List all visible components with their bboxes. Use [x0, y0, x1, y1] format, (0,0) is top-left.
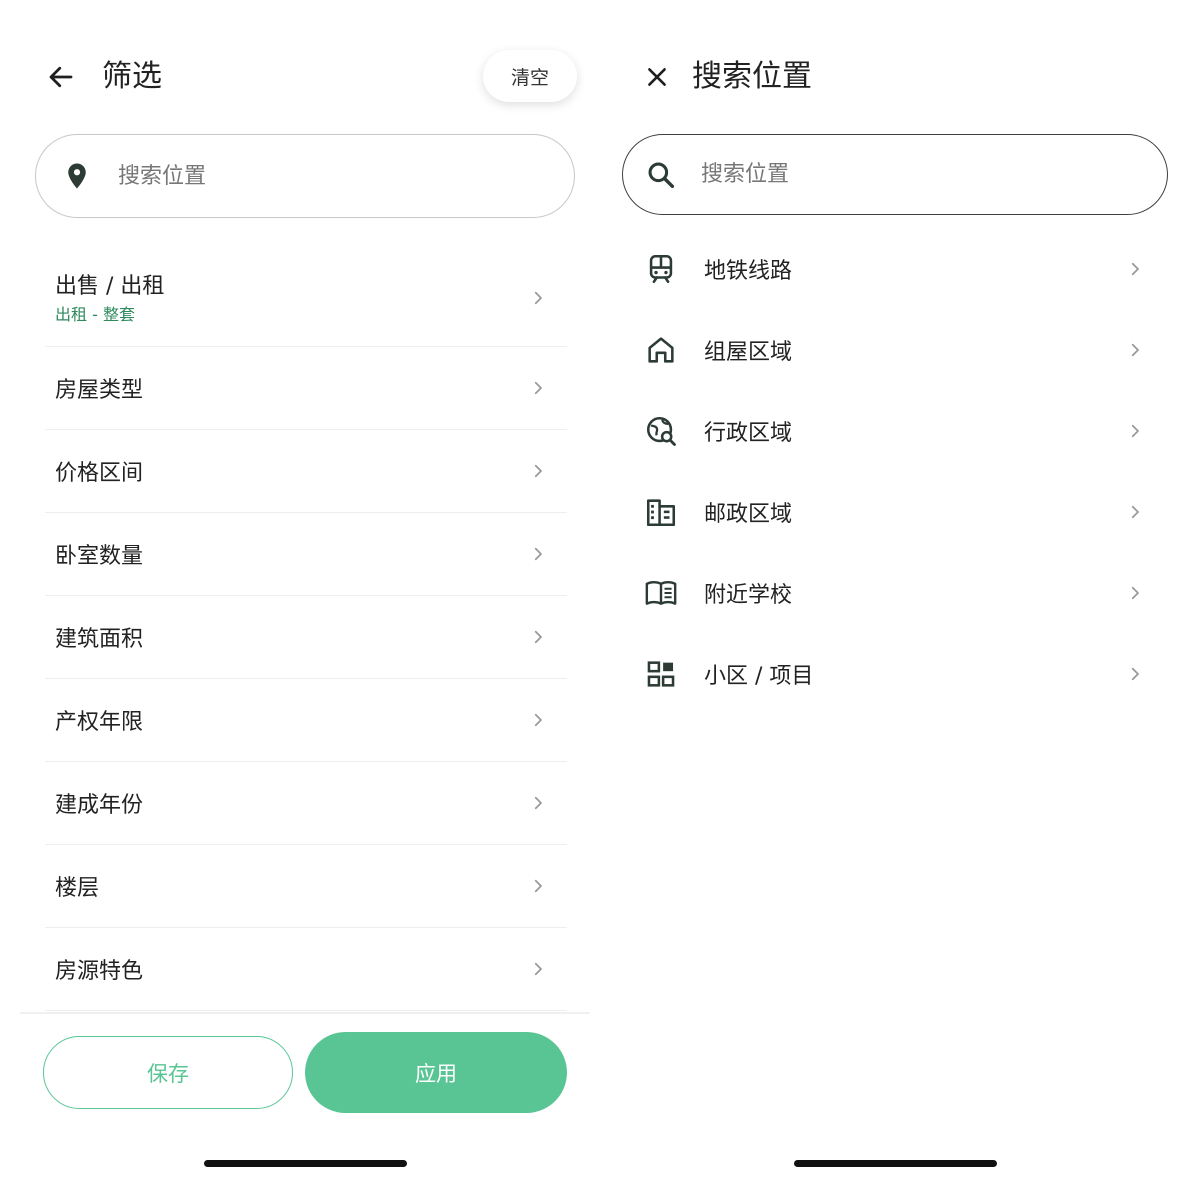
category-nearby-schools[interactable]: 附近学校 [640, 552, 1160, 633]
clear-button[interactable]: 清空 [483, 50, 577, 102]
location-search-input[interactable] [118, 163, 478, 189]
chevron-right-icon [1131, 505, 1139, 518]
location-search-field[interactable] [35, 134, 575, 218]
close-button[interactable] [636, 56, 678, 98]
category-projects[interactable]: 小区 / 项目 [640, 633, 1160, 714]
filter-row-sale-rent[interactable]: 出售 / 出租 出租 - 整套 [45, 250, 567, 347]
filter-list: 出售 / 出租 出租 - 整套 房屋类型 价格区间 卧室数量 建筑面积 产权年限… [45, 250, 567, 1011]
category-label: 行政区域 [704, 420, 793, 446]
location-search-field[interactable] [622, 134, 1168, 215]
filter-label: 建筑面积 [55, 627, 144, 652]
filter-label: 价格区间 [55, 461, 144, 486]
category-districts[interactable]: 行政区域 [640, 390, 1160, 471]
chevron-right-icon [534, 796, 542, 810]
location-search-input[interactable] [701, 162, 1061, 187]
category-label: 地铁线路 [704, 258, 793, 284]
filter-label: 出售 / 出租 [55, 274, 165, 299]
filter-label: 楼层 [55, 876, 100, 901]
category-mrt-lines[interactable]: 地铁线路 [640, 228, 1160, 309]
chevron-right-icon [534, 547, 542, 561]
chevron-right-icon [534, 381, 542, 395]
filter-label: 卧室数量 [55, 544, 144, 569]
arrow-left-icon [49, 66, 73, 88]
close-icon [648, 68, 666, 86]
filter-row-property-type[interactable]: 房屋类型 [45, 347, 567, 430]
apply-button[interactable]: 应用 [305, 1032, 567, 1113]
home-indicator[interactable] [204, 1160, 407, 1167]
category-label: 邮政区域 [704, 501, 793, 527]
filter-value: 出租 - 整套 [55, 305, 135, 324]
globe-search-icon [646, 416, 676, 446]
chevron-right-icon [534, 879, 542, 893]
filter-label: 房屋类型 [55, 378, 144, 403]
back-button[interactable] [40, 56, 82, 98]
category-label: 小区 / 项目 [704, 663, 814, 689]
building-icon [646, 498, 676, 526]
page-title: 筛选 [102, 59, 162, 94]
filter-label: 建成年份 [55, 793, 144, 818]
chevron-right-icon [534, 630, 542, 644]
search-icon [648, 162, 675, 188]
book-icon [645, 580, 677, 605]
filter-label: 产权年限 [55, 710, 144, 735]
chevron-right-icon [1131, 667, 1139, 680]
filter-row-price-range[interactable]: 价格区间 [45, 430, 567, 513]
category-hdb-estates[interactable]: 组屋区域 [640, 309, 1160, 390]
filter-row-floor-level[interactable]: 楼层 [45, 845, 567, 928]
chevron-right-icon [534, 962, 542, 976]
category-postal-districts[interactable]: 邮政区域 [640, 471, 1160, 552]
home-indicator[interactable] [794, 1160, 997, 1167]
chevron-right-icon [1131, 424, 1139, 437]
filter-label: 房源特色 [55, 959, 144, 984]
location-category-list: 地铁线路 组屋区域 行政区域 邮政区域 附近学校 小区 / 项目 [640, 228, 1160, 714]
location-pin-icon [68, 163, 86, 189]
chevron-right-icon [1131, 343, 1139, 356]
chevron-right-icon [534, 464, 542, 478]
train-icon [649, 254, 673, 283]
home-icon [648, 336, 674, 363]
page-title: 搜索位置 [692, 59, 812, 94]
category-label: 组屋区域 [704, 339, 793, 365]
grid-icon [647, 660, 675, 687]
filter-row-bedrooms[interactable]: 卧室数量 [45, 513, 567, 596]
chevron-right-icon [1131, 262, 1139, 275]
filter-row-floor-area[interactable]: 建筑面积 [45, 596, 567, 679]
filter-row-features[interactable]: 房源特色 [45, 928, 567, 1011]
chevron-right-icon [1131, 586, 1139, 599]
chevron-right-icon [534, 291, 542, 305]
category-label: 附近学校 [704, 582, 793, 608]
filter-screen: 筛选 清空 出售 / 出租 出租 - 整套 房屋类型 价格区间 卧室数量 建筑面… [0, 0, 600, 1200]
save-button[interactable]: 保存 [43, 1036, 293, 1109]
location-search-screen: 搜索位置 地铁线路 [600, 0, 1200, 1200]
filter-row-year-built[interactable]: 建成年份 [45, 762, 567, 845]
chevron-right-icon [534, 713, 542, 727]
filter-row-tenure[interactable]: 产权年限 [45, 679, 567, 762]
